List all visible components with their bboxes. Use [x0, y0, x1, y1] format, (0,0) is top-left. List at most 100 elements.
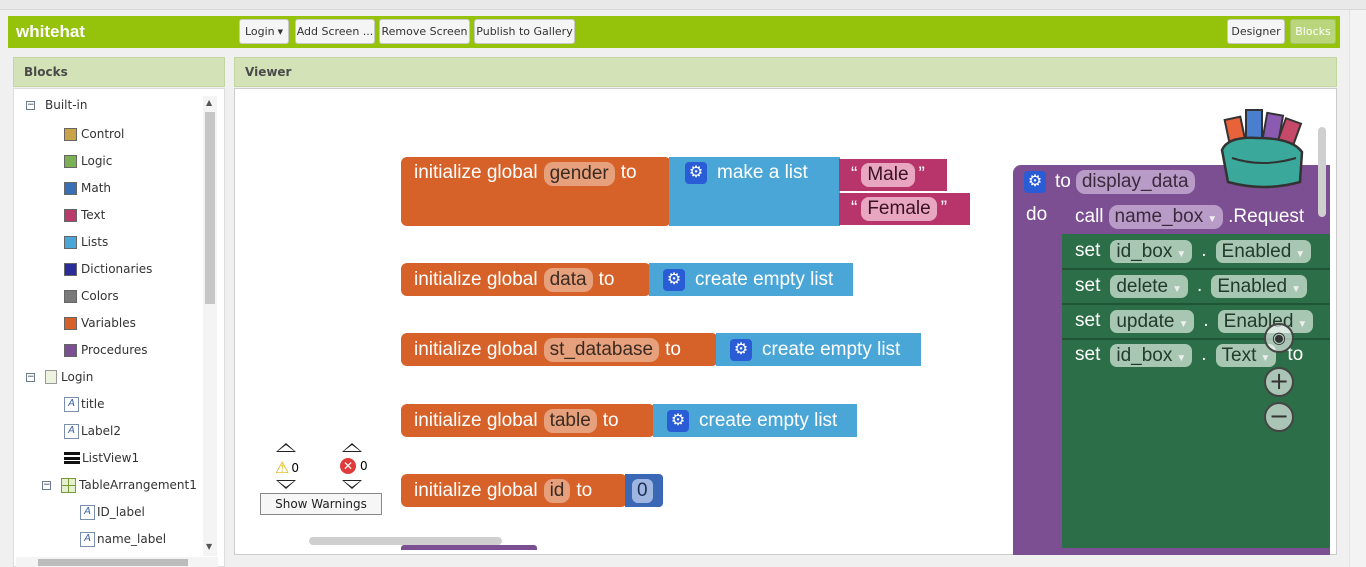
viewer-title: Viewer [245, 65, 292, 79]
builtin-category-math[interactable]: Math [64, 178, 111, 198]
builtin-category-colors[interactable]: Colors [64, 286, 119, 306]
backpack-icon[interactable] [1218, 106, 1310, 192]
recenter-icon[interactable]: ◉ [1264, 323, 1294, 353]
call-method-block[interactable]: call name_box ▼ .Request [1062, 200, 1330, 233]
init-global-id-block[interactable]: initialize global id to [401, 474, 627, 507]
warnings-indicator: ⚠ 0 ✕ 0 Show Warnings [260, 440, 382, 515]
workspace-hscrollbar[interactable] [309, 537, 502, 545]
component-dropdown[interactable]: name_box ▼ [1108, 204, 1224, 229]
procedure-name-field[interactable]: display_data [1075, 170, 1195, 194]
property-dropdown[interactable]: Enabled ▼ [1215, 239, 1312, 263]
scroll-thumb[interactable] [38, 559, 188, 566]
row-divider [1062, 303, 1330, 305]
partial-procedure-block[interactable] [401, 545, 537, 550]
variable-name-field[interactable]: data [543, 267, 593, 292]
property-dropdown[interactable]: Enabled ▼ [1211, 274, 1307, 298]
init-global-st-database-block[interactable]: initialize global st_database to [401, 333, 718, 366]
gear-icon[interactable]: ⚙ [667, 409, 689, 432]
blocks-button[interactable]: Blocks [1290, 19, 1336, 44]
init-global-data-block[interactable]: initialize global data to [401, 263, 651, 296]
create-empty-list-block[interactable]: ⚙ create empty list [716, 333, 921, 366]
method-name: .Request [1228, 205, 1305, 227]
number-block[interactable]: 0 [625, 474, 663, 507]
block-keyword: initialize global [414, 479, 538, 501]
component-dropdown[interactable]: id_box ▼ [1110, 239, 1193, 263]
variable-name-field[interactable]: st_database [543, 337, 660, 362]
warning-count-value: 0 [291, 460, 299, 475]
collapse-icon[interactable]: − [26, 372, 35, 382]
component-dropdown[interactable]: id_box ▼ [1110, 343, 1193, 367]
screen-label: Login [61, 370, 94, 384]
screen-dropdown[interactable]: Login ▼ [239, 19, 289, 44]
builtin-category-logic[interactable]: Logic [64, 151, 112, 171]
string-value-field[interactable]: Male [861, 163, 915, 187]
make-a-list-block[interactable]: ⚙ make a list [669, 157, 840, 226]
builtin-category-text[interactable]: Text [64, 205, 105, 225]
tree-item-name-label[interactable]: A name_label [80, 529, 166, 549]
builtin-category-dictionaries[interactable]: Dictionaries [64, 259, 152, 279]
scroll-thumb[interactable] [205, 112, 215, 304]
component-dropdown[interactable]: update ▼ [1110, 309, 1195, 333]
warning-next-icon[interactable] [276, 480, 296, 489]
publish-gallery-button[interactable]: Publish to Gallery [474, 19, 575, 44]
warning-icon: ⚠ [275, 458, 290, 477]
variable-name-field[interactable]: gender [543, 162, 615, 186]
tree-item-id-label[interactable]: A ID_label [80, 502, 145, 522]
error-next-icon[interactable] [342, 480, 362, 489]
block-keyword: initialize global [414, 409, 538, 431]
init-global-table-block[interactable]: initialize global table to [401, 404, 655, 437]
block-keyword: initialize global [414, 162, 538, 183]
builtin-category-variables[interactable]: Variables [64, 313, 136, 333]
text-string-block[interactable]: “ Male ” [839, 159, 947, 191]
text-string-block[interactable]: “ Female ” [839, 193, 970, 225]
tree-item-listview1[interactable]: ListView1 [64, 448, 139, 468]
variable-name-field[interactable]: id [543, 478, 571, 503]
tree-item-title[interactable]: A title [64, 394, 104, 414]
variable-name-field[interactable]: table [543, 408, 597, 433]
warning-prev-icon[interactable] [276, 443, 296, 452]
zoom-in-icon[interactable]: + [1264, 367, 1294, 397]
builtin-category-control[interactable]: Control [64, 124, 124, 144]
create-empty-list-block[interactable]: ⚙ create empty list [649, 263, 853, 296]
collapse-icon[interactable]: − [42, 480, 51, 490]
block-keyword: to [602, 409, 619, 431]
designer-button[interactable]: Designer [1227, 19, 1285, 44]
gear-icon[interactable]: ⚙ [730, 338, 752, 361]
workspace-vscrollbar[interactable] [1318, 127, 1326, 217]
show-warnings-button[interactable]: Show Warnings [260, 493, 382, 515]
number-value-field[interactable]: 0 [632, 478, 653, 503]
builtin-category-lists[interactable]: Lists [64, 232, 108, 252]
zoom-out-icon[interactable]: − [1264, 402, 1294, 432]
dot: . [1203, 310, 1209, 331]
scroll-down-icon[interactable]: ▼ [206, 542, 212, 551]
error-icon: ✕ [340, 458, 356, 474]
gear-icon[interactable]: ⚙ [663, 268, 685, 291]
init-global-gender-block[interactable]: initialize global gender to [401, 157, 671, 226]
gear-icon[interactable]: ⚙ [685, 162, 707, 184]
builtin-category-procedures[interactable]: Procedures [64, 340, 148, 360]
scroll-up-icon[interactable]: ▲ [206, 98, 212, 107]
collapse-icon[interactable]: − [26, 100, 35, 110]
tree-item-tablearrangement1[interactable]: − TableArrangement1 [42, 475, 197, 495]
setter-row[interactable]: set delete ▼ . Enabled ▼ [1075, 273, 1312, 299]
tree-item-label2[interactable]: A Label2 [64, 421, 121, 441]
component-dropdown[interactable]: delete ▼ [1110, 274, 1189, 298]
add-screen-button[interactable]: Add Screen ... [295, 19, 375, 44]
blocks-tree-hscrollbar[interactable] [16, 557, 218, 567]
top-toolbar: whitehat Login ▼ Add Screen ... Remove S… [8, 16, 1340, 48]
listview-icon [64, 452, 80, 464]
builtin-node[interactable]: − Built-in [26, 95, 87, 115]
gear-icon[interactable]: ⚙ [1024, 171, 1046, 193]
error-prev-icon[interactable] [342, 443, 362, 452]
page-scrollbar[interactable] [1349, 10, 1366, 567]
setter-row[interactable]: set id_box ▼ . Enabled ▼ [1075, 238, 1316, 264]
screen-node[interactable]: − Login [26, 367, 93, 387]
screen-icon [45, 370, 57, 384]
remove-screen-button[interactable]: Remove Screen [379, 19, 470, 44]
string-value-field[interactable]: Female [861, 197, 937, 221]
category-label: Dictionaries [81, 262, 153, 276]
block-keyword: create empty list [695, 268, 834, 290]
create-empty-list-block[interactable]: ⚙ create empty list [653, 404, 857, 437]
block-keyword: set [1075, 240, 1101, 261]
blocks-tree-vscrollbar[interactable]: ▲ ▼ [203, 96, 217, 556]
